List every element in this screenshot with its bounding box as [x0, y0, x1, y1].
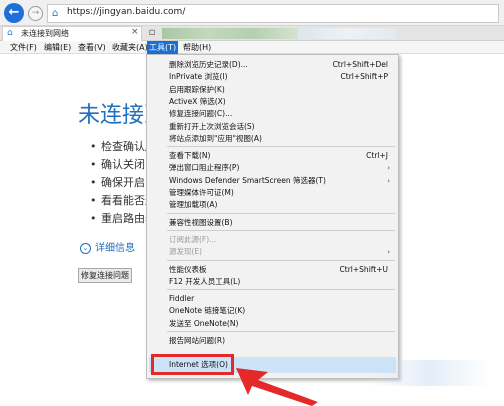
- menu-bar: 文件(F) 编辑(E) 查看(V) 收藏夹(A) 工具(T) 帮助(H): [0, 41, 504, 54]
- submenu-arrow-icon: ›: [387, 164, 390, 173]
- page-favicon-icon: ⌂: [52, 8, 59, 19]
- tools-menu-item-label: 发送至 OneNote(N): [169, 318, 239, 328]
- tools-menu-item-label: InPrivate 浏览(I): [169, 72, 228, 82]
- menu-view[interactable]: 查看(V): [76, 41, 108, 54]
- annotation-box: [151, 354, 234, 375]
- menu-separator: [167, 146, 395, 148]
- address-bar: ← → ⌂ https://jingyan.baidu.com/: [0, 0, 504, 26]
- tools-menu-item-shortcut: Ctrl+J: [366, 151, 388, 161]
- menu-separator: [167, 212, 395, 214]
- tools-menu-item[interactable]: 查看下载(N) Ctrl+J: [147, 150, 398, 162]
- tools-menu-item[interactable]: 管理加载项(A): [147, 199, 398, 211]
- chevron-down-circle-icon: ⌄: [80, 242, 91, 254]
- blurred-region: [300, 28, 396, 39]
- tools-menu-item[interactable]: 性能仪表板 Ctrl+Shift+U: [147, 264, 398, 276]
- tools-menu-item-label: 弹出窗口阻止程序(P): [169, 163, 240, 173]
- tools-menu-item-label: 管理媒体许可证(M): [169, 188, 234, 197]
- tools-menu-item[interactable]: Fiddler: [147, 293, 398, 305]
- details-link[interactable]: ⌄ 详细信息: [80, 239, 135, 254]
- tools-menu-item[interactable]: 弹出窗口阻止程序(P) ›: [147, 162, 398, 174]
- tools-menu-item-label: 启用跟踪保护(K): [169, 84, 225, 94]
- tools-menu-item[interactable]: 删除浏览历史记录(D)... Ctrl+Shift+Del: [147, 59, 398, 71]
- menu-tools[interactable]: 工具(T): [147, 41, 179, 54]
- fix-connection-button[interactable]: 修复连接问题: [78, 268, 132, 283]
- tools-menu-item-label: 源发现(E): [169, 247, 203, 257]
- tab-label: 未连接到网络: [21, 29, 69, 38]
- menu-separator: [167, 229, 395, 231]
- details-label: 详细信息: [95, 243, 135, 254]
- tools-menu-item-shortcut: Ctrl+Shift+Del: [332, 60, 388, 69]
- watermark: [370, 360, 490, 386]
- tools-menu-item[interactable]: InPrivate 浏览(I) Ctrl+Shift+P: [147, 71, 398, 83]
- tools-menu-item[interactable]: 重新打开上次浏览会话(S): [147, 121, 398, 133]
- menu-separator: [167, 289, 395, 291]
- tools-menu-item-label: 重新打开上次浏览会话(S): [169, 121, 255, 131]
- blurred-region: [162, 28, 298, 39]
- tools-menu-item[interactable]: 发送至 OneNote(N): [147, 318, 398, 330]
- tools-menu-item[interactable]: 修复连接问题(C)...: [147, 108, 398, 120]
- tools-menu-item[interactable]: 报告网站问题(R): [147, 335, 398, 347]
- tools-menu: 删除浏览历史记录(D)... Ctrl+Shift+Del InPrivate 浏览…: [146, 54, 399, 379]
- back-arrow-icon[interactable]: ←: [4, 3, 24, 23]
- tools-menu-item[interactable]: F12 开发人员工具(L): [147, 276, 398, 288]
- tools-menu-item-label: Fiddler: [169, 294, 195, 304]
- tools-menu-item-shortcut: Ctrl+Shift+U: [339, 264, 388, 274]
- tools-menu-item[interactable]: OneNote 链接笔记(K): [147, 305, 398, 317]
- menu-edit[interactable]: 编辑(E): [42, 41, 73, 54]
- menu-file[interactable]: 文件(F): [8, 41, 39, 54]
- menu-favorites[interactable]: 收藏夹(A): [110, 41, 150, 54]
- tools-menu-item[interactable]: Windows Defender SmartScreen 筛选器(T) ›: [147, 175, 398, 187]
- tools-menu-item-label: 管理加载项(A): [169, 200, 218, 210]
- tools-menu-item-label: 删除浏览历史记录(D)...: [169, 60, 248, 69]
- tools-menu-item[interactable]: 管理媒体许可证(M): [147, 187, 398, 199]
- menu-help[interactable]: 帮助(H): [181, 41, 213, 54]
- tools-menu-item-shortcut: Ctrl+Shift+P: [340, 72, 388, 82]
- tools-menu-item-label: 修复连接问题(C)...: [169, 109, 233, 119]
- tools-menu-item-label: 报告网站问题(R): [169, 336, 226, 345]
- tools-menu-item: 订阅此源(F)...: [147, 234, 398, 246]
- submenu-arrow-icon: ›: [387, 176, 390, 185]
- tab-bar: ⌂ 未连接到网络 × ▫: [0, 26, 504, 41]
- tools-menu-item-label: Windows Defender SmartScreen 筛选器(T): [169, 175, 326, 185]
- tools-menu-item-label: 兼容性视图设置(B): [169, 217, 233, 227]
- tools-menu-item: 源发现(E) ›: [147, 246, 398, 258]
- tools-menu-item[interactable]: ActiveX 筛选(X): [147, 96, 398, 108]
- tab-current[interactable]: ⌂ 未连接到网络 ×: [2, 26, 142, 41]
- url-text[interactable]: https://jingyan.baidu.com/: [67, 7, 185, 17]
- tools-menu-item-label: 订阅此源(F)...: [169, 234, 217, 244]
- tab-close-icon[interactable]: ×: [131, 27, 139, 37]
- new-tab-icon[interactable]: ▫: [146, 27, 158, 39]
- browser-window: ← → ⌂ https://jingyan.baidu.com/ ⌂ 未连接到网…: [0, 0, 504, 406]
- tools-menu-item[interactable]: 兼容性视图设置(B): [147, 217, 398, 229]
- tools-menu-item-label: ActiveX 筛选(X): [169, 96, 226, 106]
- forward-arrow-icon[interactable]: →: [28, 6, 43, 21]
- tools-menu-item-label: 将站点添加到"应用"视图(A): [169, 133, 262, 143]
- submenu-arrow-icon: ›: [387, 248, 390, 257]
- menu-separator: [167, 331, 395, 332]
- tools-menu-item-label: F12 开发人员工具(L): [169, 276, 241, 286]
- tools-menu-item-label: OneNote 链接笔记(K): [169, 306, 246, 316]
- menu-separator: [167, 259, 395, 261]
- tools-menu-item-label: 查看下载(N): [169, 151, 211, 161]
- url-input[interactable]: ⌂ https://jingyan.baidu.com/: [47, 4, 499, 23]
- tools-menu-item-label: 性能仪表板: [169, 264, 207, 274]
- tools-menu-item[interactable]: 启用跟踪保护(K): [147, 84, 398, 96]
- ie-page-icon: ⌂: [7, 28, 13, 38]
- tools-menu-item[interactable]: 将站点添加到"应用"视图(A): [147, 133, 398, 145]
